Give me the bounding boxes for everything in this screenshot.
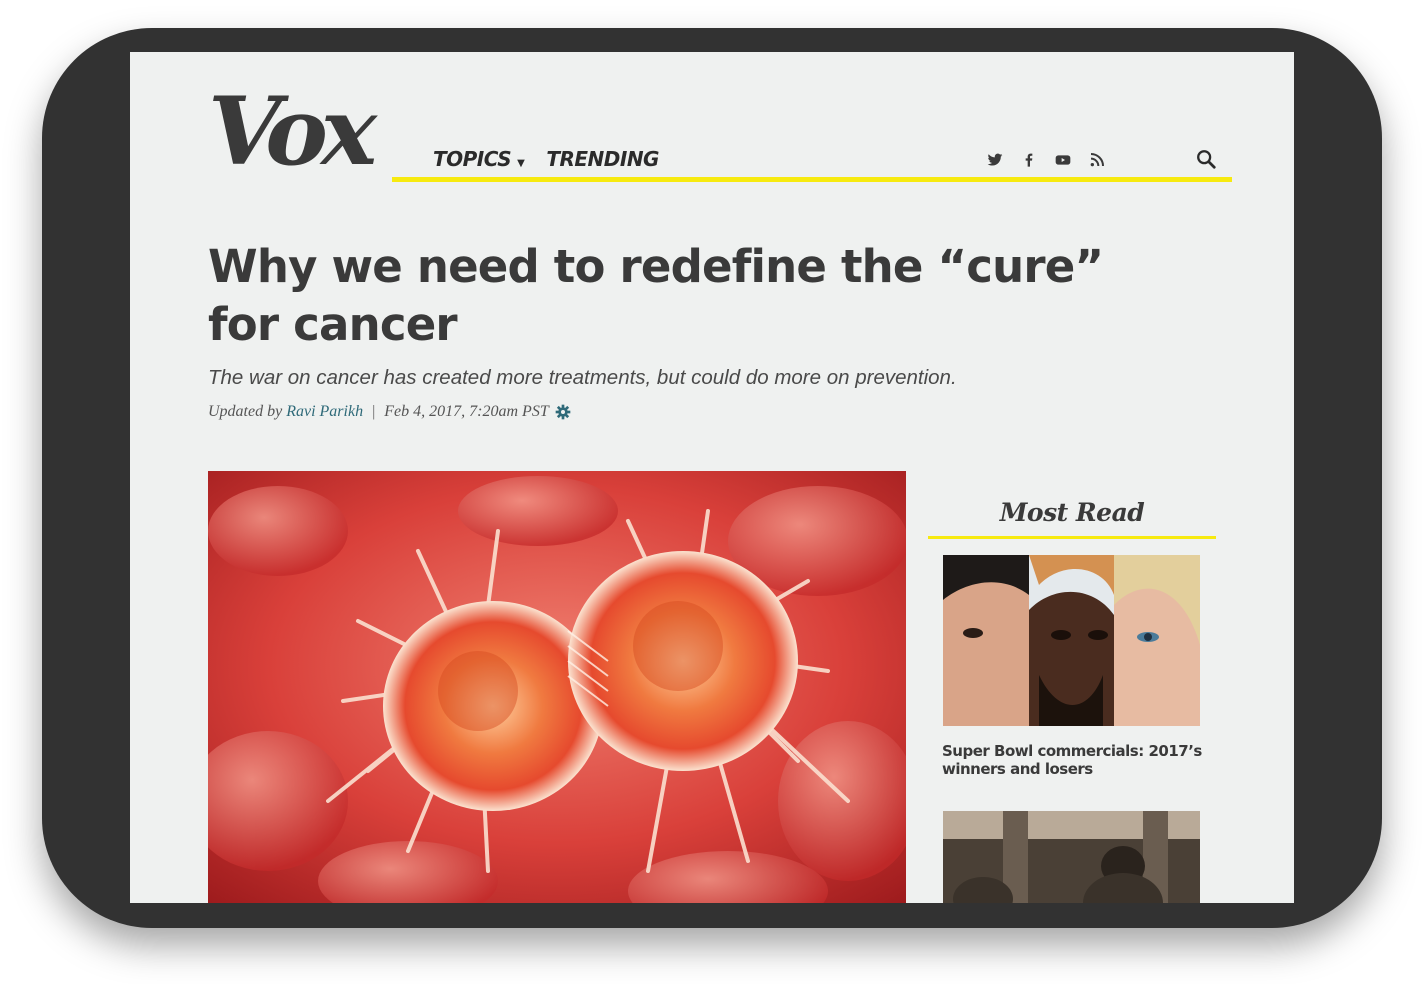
- main-nav: TOPICS ▼ TRENDING: [433, 147, 659, 171]
- rss-icon[interactable]: [1089, 152, 1105, 168]
- search-icon[interactable]: [1195, 148, 1217, 170]
- article-headline: Why we need to redefine the “cure” for c…: [208, 240, 1104, 351]
- most-read-underline: [928, 536, 1216, 539]
- gear-icon[interactable]: [555, 404, 571, 420]
- nav-topics[interactable]: TOPICS ▼: [433, 147, 525, 171]
- most-read-story-title[interactable]: Super Bowl commercials: 2017’s winners a…: [942, 742, 1202, 778]
- article-timestamp: Feb 4, 2017, 7:20am PST: [384, 403, 549, 420]
- author-link[interactable]: Ravi Parikh: [286, 403, 363, 421]
- story-thumbnail[interactable]: [943, 555, 1200, 726]
- article-hero-image: [208, 471, 906, 903]
- nav-topics-label: TOPICS: [433, 147, 512, 171]
- nav-trending[interactable]: TRENDING: [546, 147, 659, 171]
- twitter-icon[interactable]: [987, 152, 1003, 168]
- chevron-down-icon: ▼: [517, 157, 525, 169]
- facebook-icon[interactable]: [1021, 152, 1037, 168]
- nav-underline: [392, 177, 1232, 182]
- byline-separator: |: [372, 403, 376, 420]
- social-links: [987, 152, 1105, 168]
- updated-by-label: Updated by: [208, 403, 283, 420]
- vox-logo[interactable]: Vox: [208, 82, 377, 182]
- story-thumbnail-2[interactable]: [943, 811, 1200, 903]
- nav-trending-label: TRENDING: [546, 147, 659, 171]
- byline: Updated by Ravi Parikh | Feb 4, 2017, 7:…: [208, 403, 571, 421]
- most-read-heading: Most Read: [999, 498, 1145, 527]
- article-dek: The war on cancer has created more treat…: [208, 366, 957, 389]
- youtube-icon[interactable]: [1055, 152, 1071, 168]
- browser-viewport: Vox TOPICS ▼ TRENDING Why we need to red…: [130, 52, 1294, 903]
